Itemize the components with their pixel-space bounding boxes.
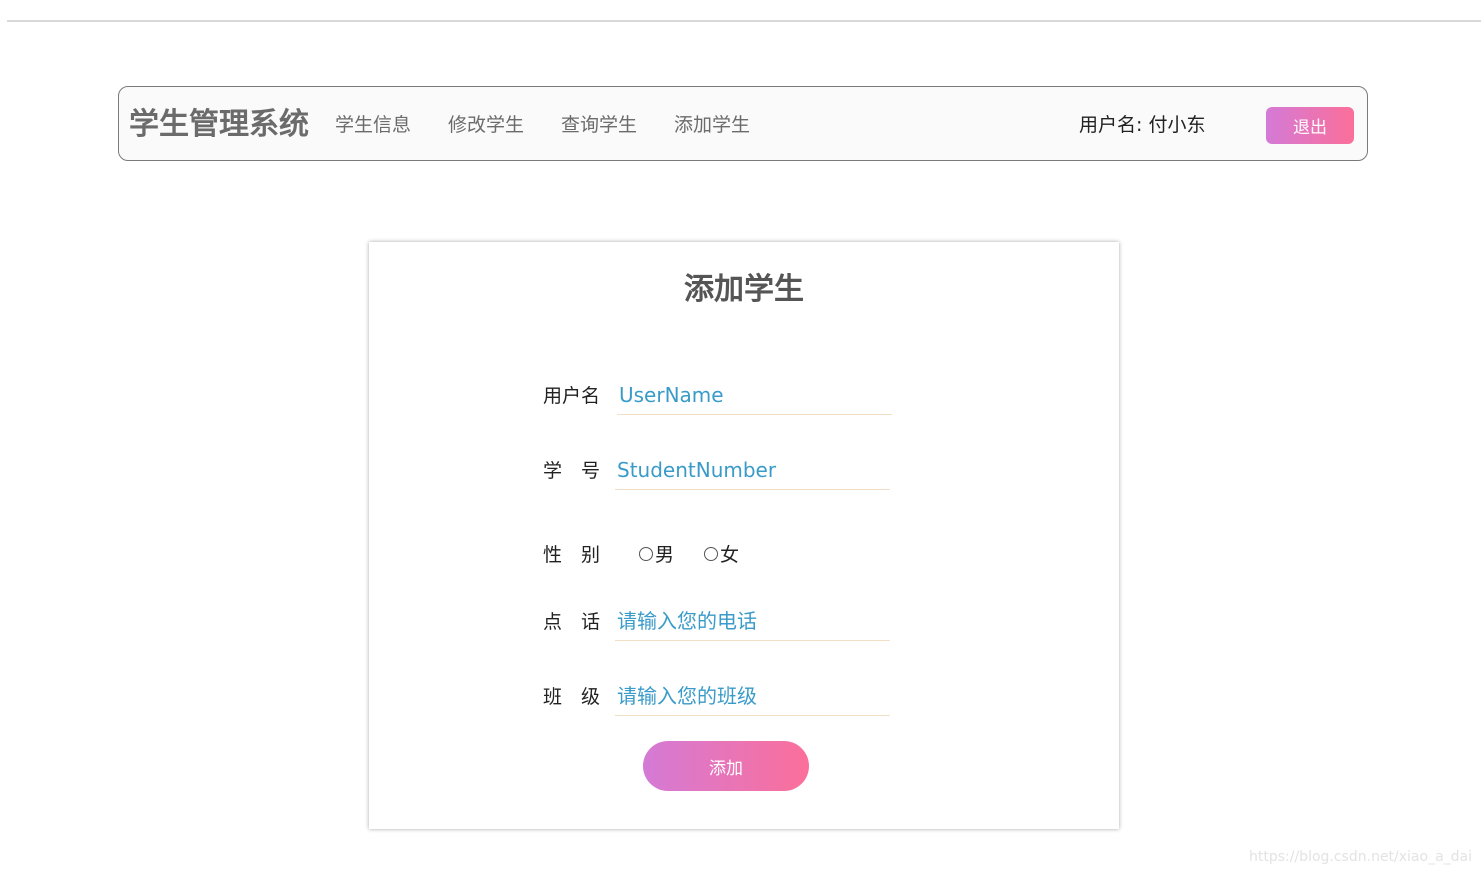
form-title: 添加学生	[684, 272, 804, 307]
gender-radio-male[interactable]: 男	[639, 540, 674, 567]
gender-option-female-label: 女	[720, 544, 740, 566]
add-button[interactable]: 添加	[643, 741, 809, 791]
watermark-text: https://blog.csdn.net/xiao_a_dai	[1249, 849, 1473, 865]
username-label: 用户名	[543, 385, 601, 407]
brand-title: 学生管理系统	[129, 107, 309, 142]
gender-radio-group: 男 女	[639, 540, 769, 567]
class-input[interactable]	[615, 676, 890, 716]
gender-label: 性 别	[543, 544, 601, 566]
gender-option-male-label: 男	[655, 544, 675, 566]
top-divider	[7, 20, 1481, 22]
radio-circle-icon[interactable]	[704, 546, 719, 561]
phone-input[interactable]	[615, 601, 890, 641]
nav-links: 学生信息 修改学生 查询学生 添加学生	[335, 112, 787, 138]
add-student-form: 添加学生 用户名 学 号 性 别 男 女 点 话 班 级 添加	[369, 242, 1119, 829]
nav-link-edit-student[interactable]: 修改学生	[448, 112, 524, 138]
gender-radio-female[interactable]: 女	[704, 540, 739, 567]
nav-link-query-student[interactable]: 查询学生	[561, 112, 637, 138]
nav-link-student-info[interactable]: 学生信息	[335, 112, 411, 138]
username-input[interactable]	[617, 375, 892, 415]
phone-label: 点 话	[543, 611, 601, 633]
radio-circle-icon[interactable]	[639, 546, 653, 561]
nav-link-add-student[interactable]: 添加学生	[674, 112, 750, 138]
class-label: 班 级	[543, 686, 601, 708]
student-number-input[interactable]	[615, 450, 890, 490]
navbar: 学生管理系统 学生信息 修改学生 查询学生 添加学生 用户名: 付小东 退出	[118, 86, 1368, 161]
logout-button[interactable]: 退出	[1266, 107, 1354, 144]
user-name-label: 用户名: 付小东	[1079, 114, 1206, 136]
student-number-label: 学 号	[543, 460, 601, 482]
